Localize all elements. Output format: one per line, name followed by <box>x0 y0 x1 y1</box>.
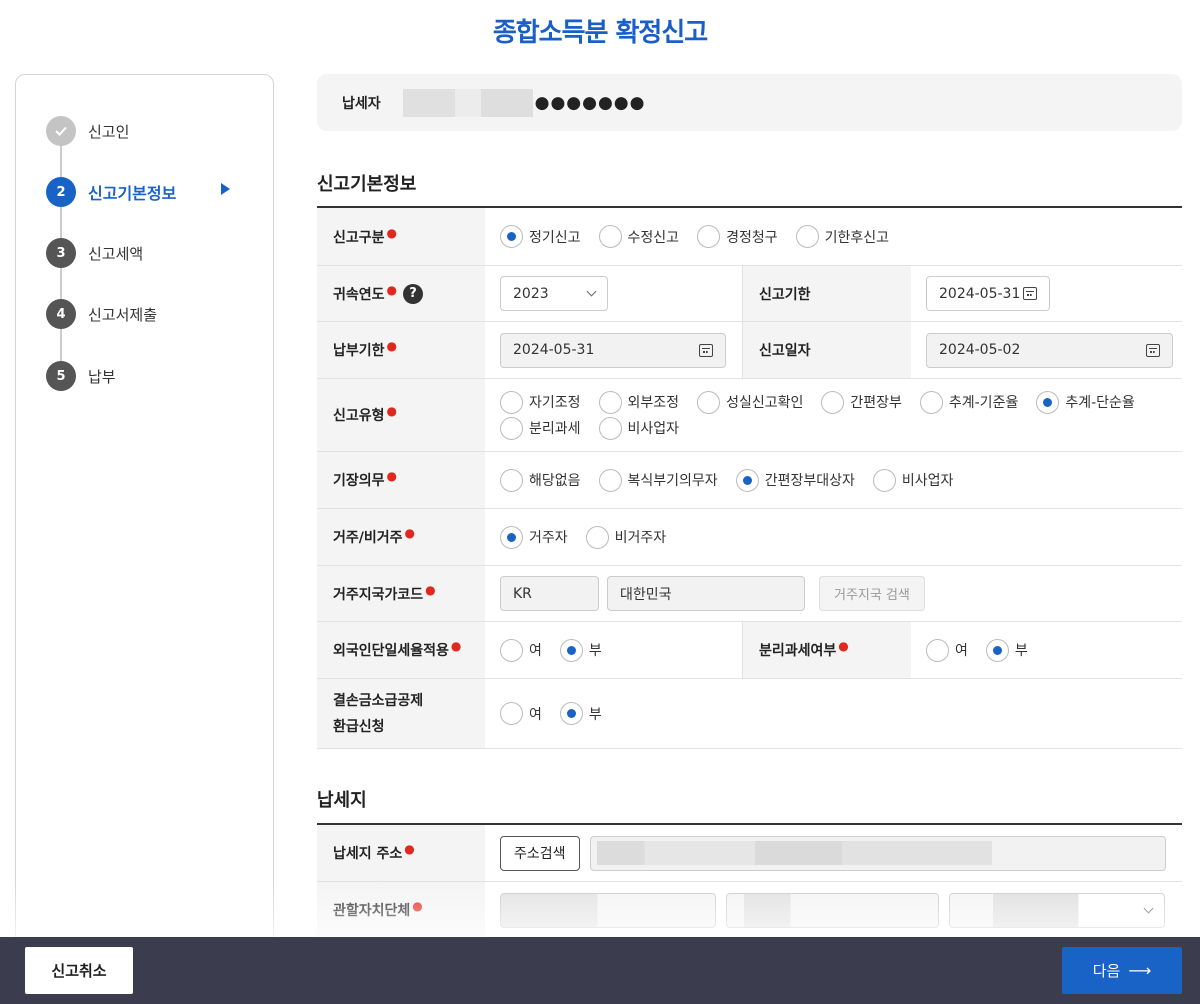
row-loss-refund: 결손금소급공제 환급신청 여 부 <box>317 679 1182 749</box>
radio-report-correction[interactable]: 경정청구 <box>697 224 778 250</box>
row-year: 귀속연도 ●? 2023 신고기한 2024-05-31 <box>317 266 1182 322</box>
country-name-field[interactable]: 대한민국 <box>607 576 805 611</box>
step-3[interactable]: 3 신고세액 <box>46 238 143 268</box>
taxpayer-id-masked: ●●●●●●● <box>534 92 646 113</box>
radio-report-late[interactable]: 기한후신고 <box>795 224 889 250</box>
radio-book-non-business[interactable]: 비사업자 <box>872 467 953 493</box>
row-label: 신고구분 ● <box>317 208 485 265</box>
row-label: 신고기한 <box>743 266 911 321</box>
step-number: 5 <box>46 361 76 391</box>
radio-book-simple[interactable]: 간편장부대상자 <box>735 467 855 493</box>
step-number: 3 <box>46 238 76 268</box>
help-icon[interactable]: ? <box>403 283 424 304</box>
step-1[interactable]: 신고인 <box>46 116 129 146</box>
taxpayer-box: 납세자 ●●●●●●● <box>317 74 1182 131</box>
step-label: 신고서제출 <box>88 305 158 324</box>
calendar-icon <box>1146 343 1160 357</box>
row-filing-type: 신고유형 ● 자기조정 외부조정 성실신고확인 간편장부 추계-기준율 추계-단순… <box>317 379 1182 452</box>
row-label: 거주/비거주 ● <box>317 509 485 565</box>
address-table: 납세지 주소 ● 주소검색 관할자치단체 ● <box>317 823 1182 939</box>
radio-filing-simple-book[interactable]: 간편장부 <box>821 389 902 415</box>
payment-deadline-date[interactable]: 2024-05-31 <box>500 332 726 368</box>
next-button[interactable]: 다음 ⟶ <box>1062 947 1182 994</box>
radio-loss-yes[interactable]: 여 <box>500 701 542 727</box>
step-label: 신고기본정보 <box>88 184 177 203</box>
taxpayer-label: 납세자 <box>342 95 381 112</box>
radio-loss-no[interactable]: 부 <box>559 701 602 727</box>
radio-book-double[interactable]: 복식부기의무자 <box>598 467 718 493</box>
radio-filing-self[interactable]: 자기조정 <box>500 389 581 415</box>
step-2[interactable]: 2 신고기본정보 <box>46 177 176 207</box>
row-payment-deadline: 납부기한 ● 2024-05-31 신고일자 2024-05-02 <box>317 322 1182 379</box>
radio-book-none[interactable]: 해당없음 <box>500 467 581 493</box>
calendar-icon <box>699 343 713 357</box>
radio-foreign-yes[interactable]: 여 <box>500 637 542 663</box>
footer-bar: 신고취소 다음 ⟶ <box>0 937 1200 1004</box>
row-label: 신고유형 ● <box>317 379 485 451</box>
arrow-right-icon: ⟶ <box>1128 961 1152 980</box>
row-bookkeeping: 기장의무 ● 해당없음 복식부기의무자 간편장부대상자 비사업자 <box>317 452 1182 509</box>
radio-filing-non-business[interactable]: 비사업자 <box>598 415 679 441</box>
country-code-field[interactable]: KR <box>500 576 599 611</box>
section-title-address: 납세지 <box>317 790 367 811</box>
row-local-gov: 관할자치단체 ● <box>317 882 1182 939</box>
row-residency: 거주/비거주 ● 거주자 비거주자 <box>317 509 1182 566</box>
radio-report-regular[interactable]: 정기신고 <box>500 224 581 250</box>
radio-filing-sincere[interactable]: 성실신고확인 <box>697 389 803 415</box>
radio-separate-yes[interactable]: 여 <box>926 637 968 663</box>
section-title-basic: 신고기본정보 <box>317 174 417 195</box>
row-foreign-flat: 외국인단일세율적용 ● 여 부 분리과세여부 ● 여 부 <box>317 622 1182 679</box>
radio-filing-estimate-base[interactable]: 추계-기준율 <box>919 389 1018 415</box>
local-gov-select-2[interactable] <box>726 892 939 928</box>
radio-filing-separate[interactable]: 분리과세 <box>500 415 581 441</box>
local-gov-select-3[interactable] <box>949 892 1165 928</box>
local-gov-select-1[interactable] <box>500 892 716 928</box>
step-label: 납부 <box>88 367 116 386</box>
calendar-icon <box>1023 287 1037 300</box>
taxpayer-name-redacted <box>402 88 533 117</box>
step-5[interactable]: 5 납부 <box>46 361 116 391</box>
year-select[interactable]: 2023 <box>500 276 608 311</box>
next-label: 다음 <box>1092 962 1121 980</box>
step-number: 4 <box>46 299 76 329</box>
report-date[interactable]: 2024-05-02 <box>926 332 1173 368</box>
chevron-down-icon <box>586 286 597 297</box>
row-label: 분리과세여부 ● <box>743 622 911 678</box>
basic-info-table: 신고구분 ● 정기신고 수정신고 경정청구 기한후신고 귀속연도 ●? 2023 신… <box>317 206 1182 749</box>
step-label: 신고세액 <box>88 244 144 263</box>
row-label: 관할자치단체 ● <box>317 882 485 938</box>
row-label: 기장의무 ● <box>317 452 485 508</box>
row-label: 귀속연도 ●? <box>317 266 485 321</box>
radio-resident[interactable]: 거주자 <box>500 524 568 550</box>
row-label: 신고일자 <box>743 322 911 378</box>
radio-non-resident[interactable]: 비거주자 <box>585 524 666 550</box>
current-step-arrow-icon <box>221 183 230 195</box>
chevron-down-icon <box>1143 903 1154 913</box>
radio-report-amend[interactable]: 수정신고 <box>598 224 679 250</box>
row-report-type: 신고구분 ● 정기신고 수정신고 경정청구 기한후신고 <box>317 208 1182 266</box>
row-label: 외국인단일세율적용 ● <box>317 622 485 678</box>
report-deadline-date[interactable]: 2024-05-31 <box>926 276 1050 311</box>
row-label: 납세지 주소 ● <box>317 825 485 881</box>
row-label: 결손금소급공제 환급신청 <box>317 679 485 748</box>
step-label: 신고인 <box>88 122 130 141</box>
step-number: 2 <box>46 177 76 207</box>
country-search-button[interactable]: 거주지국 검색 <box>819 576 925 611</box>
row-country: 거주지국가코드 ● KR 대한민국 거주지국 검색 <box>317 566 1182 622</box>
address-search-button[interactable]: 주소검색 <box>500 835 580 871</box>
cancel-report-button[interactable]: 신고취소 <box>25 947 133 994</box>
address-redacted <box>596 841 992 865</box>
radio-foreign-no[interactable]: 부 <box>559 637 602 663</box>
address-field[interactable] <box>589 835 1166 871</box>
radio-filing-estimate-simple[interactable]: 추계-단순율 <box>1036 389 1135 415</box>
check-icon <box>46 116 76 146</box>
radio-filing-external[interactable]: 외부조정 <box>598 389 679 415</box>
row-label: 거주지국가코드 ● <box>317 566 485 621</box>
page-title: 종합소득분 확정신고 <box>492 18 708 48</box>
row-address: 납세지 주소 ● 주소검색 <box>317 825 1182 882</box>
step-4[interactable]: 4 신고서제출 <box>46 299 157 329</box>
radio-separate-no[interactable]: 부 <box>985 637 1028 663</box>
step-sidebar: 신고인 2 신고기본정보 3 신고세액 4 신고서제출 5 납부 <box>15 74 274 974</box>
row-label: 납부기한 ● <box>317 322 485 378</box>
